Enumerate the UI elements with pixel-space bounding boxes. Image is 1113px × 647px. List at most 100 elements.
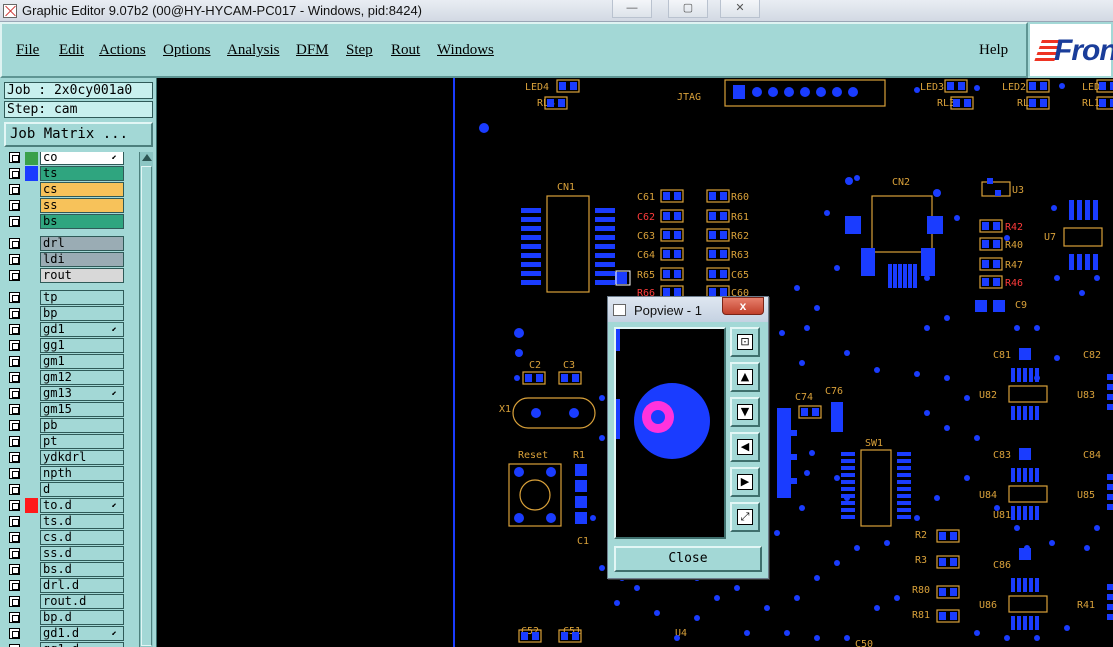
pan-left-button[interactable]: ◀ (730, 432, 760, 462)
layer-row-gm12[interactable]: gm12 (4, 370, 126, 385)
layer-row-drl-d[interactable]: drl.d (4, 578, 126, 593)
pan-up-button[interactable]: ▲ (730, 362, 760, 392)
layer-row-ss[interactable]: ss (4, 198, 126, 213)
layer-checkbox[interactable] (9, 468, 20, 479)
layer-color-swatch[interactable] (25, 546, 38, 561)
close-window-button[interactable]: ✕ (720, 0, 760, 18)
menu-step[interactable]: Step (346, 42, 373, 59)
layer-row-ydkdrl[interactable]: ydkdrl (4, 450, 126, 465)
layer-checkbox[interactable] (9, 516, 20, 527)
layer-row-bp[interactable]: bp (4, 306, 126, 321)
layer-color-swatch[interactable] (25, 236, 38, 251)
layer-name[interactable]: gd1 ⬋ (40, 322, 124, 337)
layer-row-rout[interactable]: rout (4, 268, 126, 283)
layer-color-swatch[interactable] (25, 268, 38, 283)
scrollbar-thumb[interactable] (141, 166, 152, 646)
layer-name[interactable]: gd1.d ⬋ (40, 626, 124, 641)
layer-checkbox[interactable] (9, 324, 20, 335)
layer-row-bs[interactable]: bs (4, 214, 126, 229)
layer-row-gg1[interactable]: gg1 (4, 338, 126, 353)
layer-name[interactable]: bp.d (40, 610, 124, 625)
layer-row-d[interactable]: d (4, 482, 126, 497)
layer-checkbox[interactable] (9, 500, 20, 511)
pan-right-button[interactable]: ▶ (730, 467, 760, 497)
layer-name[interactable]: to.d ⬋ (40, 498, 124, 513)
layer-checkbox[interactable] (9, 168, 20, 179)
layer-name[interactable]: drl (40, 236, 124, 251)
layer-row-drl[interactable]: drl (4, 236, 126, 251)
layer-checkbox[interactable] (9, 420, 20, 431)
layer-color-swatch[interactable] (25, 338, 38, 353)
layer-checkbox[interactable] (9, 356, 20, 367)
layer-name[interactable]: npth (40, 466, 124, 481)
layer-row-bp-d[interactable]: bp.d (4, 610, 126, 625)
layer-name[interactable]: gg1.d (40, 642, 124, 647)
layer-row-ts-d[interactable]: ts.d (4, 514, 126, 529)
pan-down-button[interactable]: ▼ (730, 397, 760, 427)
layer-row-cs-d[interactable]: cs.d (4, 530, 126, 545)
layer-row-to-d[interactable]: to.d ⬋ (4, 498, 126, 513)
menu-actions[interactable]: Actions (99, 42, 146, 59)
layer-color-swatch[interactable] (25, 450, 38, 465)
layer-name[interactable]: ldi (40, 252, 124, 267)
popview-close-x-button[interactable]: x (722, 297, 764, 315)
layer-name[interactable]: rout.d (40, 594, 124, 609)
layer-row-tp[interactable]: tp (4, 290, 126, 305)
menu-edit[interactable]: Edit (59, 42, 84, 59)
layer-checkbox[interactable] (9, 372, 20, 383)
layer-color-swatch[interactable] (25, 370, 38, 385)
layer-name[interactable]: gg1 (40, 338, 124, 353)
layer-checkbox[interactable] (9, 580, 20, 591)
layer-row-gm1[interactable]: gm1 (4, 354, 126, 369)
layer-color-swatch[interactable] (25, 418, 38, 433)
layer-row-cs[interactable]: cs (4, 182, 126, 197)
layer-name[interactable]: d (40, 482, 124, 497)
layer-color-swatch[interactable] (25, 322, 38, 337)
layer-color-swatch[interactable] (25, 594, 38, 609)
layer-checkbox[interactable] (9, 292, 20, 303)
layer-color-swatch[interactable] (25, 530, 38, 545)
layer-checkbox[interactable] (9, 436, 20, 447)
layer-checkbox[interactable] (9, 152, 20, 163)
menu-help[interactable]: Help (979, 42, 1008, 59)
layer-name[interactable]: gm13 ⬋ (40, 386, 124, 401)
layer-color-swatch[interactable] (25, 482, 38, 497)
layer-name[interactable]: ss (40, 198, 124, 213)
layer-checkbox[interactable] (9, 596, 20, 607)
minimize-button[interactable]: — (612, 0, 652, 18)
layer-color-swatch[interactable] (25, 578, 38, 593)
job-matrix-button[interactable]: Job Matrix ... (4, 122, 153, 147)
layer-checkbox[interactable] (9, 184, 20, 195)
layer-checkbox[interactable] (9, 254, 20, 265)
menu-analysis[interactable]: Analysis (227, 42, 280, 59)
layer-checkbox[interactable] (9, 404, 20, 415)
layer-checkbox[interactable] (9, 200, 20, 211)
layer-name[interactable]: cs (40, 182, 124, 197)
layer-name[interactable]: drl.d (40, 578, 124, 593)
layer-checkbox[interactable] (9, 532, 20, 543)
layer-name[interactable]: bp (40, 306, 124, 321)
layer-checkbox[interactable] (9, 628, 20, 639)
layer-color-swatch[interactable] (25, 562, 38, 577)
layer-row-ldi[interactable]: ldi (4, 252, 126, 267)
popview-close-button[interactable]: Close (614, 546, 762, 572)
layer-color-swatch[interactable] (25, 306, 38, 321)
layer-color-swatch[interactable] (25, 514, 38, 529)
layer-row-bs-d[interactable]: bs.d (4, 562, 126, 577)
maximize-button[interactable]: ▢ (668, 0, 708, 18)
layer-row-ss-d[interactable]: ss.d (4, 546, 126, 561)
layer-name[interactable]: ts (40, 166, 124, 181)
menu-options[interactable]: Options (163, 42, 211, 59)
layer-row-gm15[interactable]: gm15 (4, 402, 126, 417)
layer-row-co[interactable]: co ⬋ (4, 152, 126, 165)
layer-name[interactable]: tp (40, 290, 124, 305)
zoom-fit-button[interactable]: ⤢ (730, 502, 760, 532)
layer-color-swatch[interactable] (25, 610, 38, 625)
zoom-home-button[interactable]: ⊡ (730, 327, 760, 357)
layer-name[interactable]: co ⬋ (40, 152, 124, 165)
menu-windows[interactable]: Windows (437, 42, 494, 59)
layer-color-swatch[interactable] (25, 626, 38, 641)
layer-checkbox[interactable] (9, 308, 20, 319)
layer-name[interactable]: cs.d (40, 530, 124, 545)
layer-row-gg1-d[interactable]: gg1.d (4, 642, 126, 647)
